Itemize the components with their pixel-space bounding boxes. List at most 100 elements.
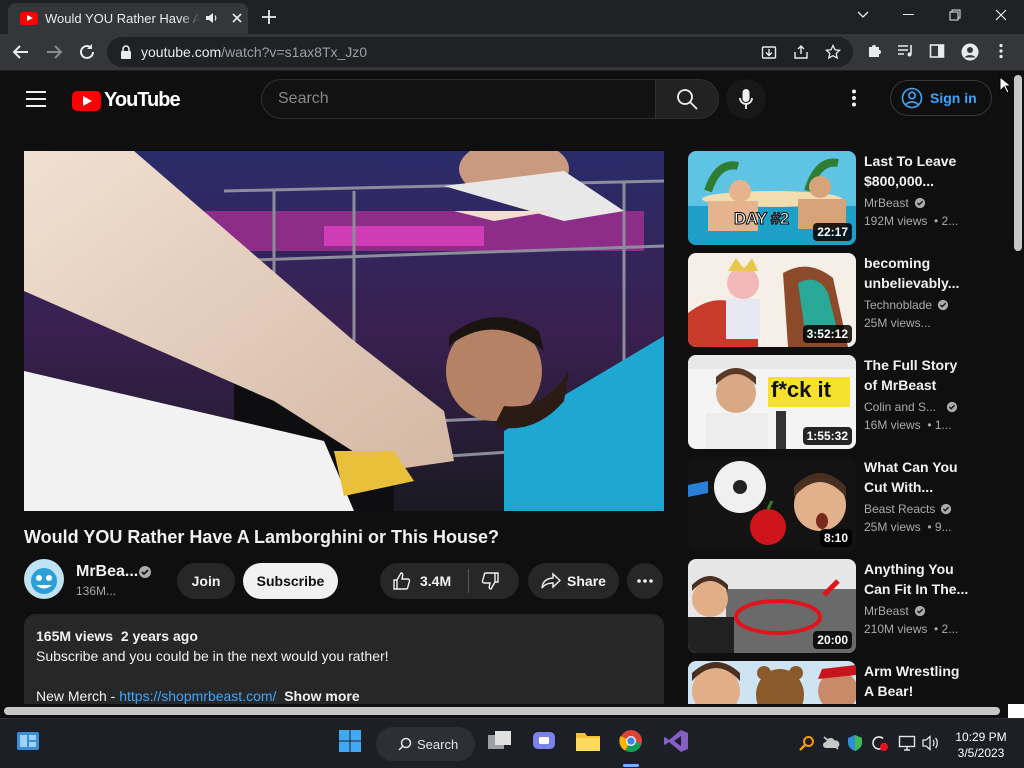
recommended-video-title[interactable]: The Full Story of MrBeast bbox=[864, 355, 964, 395]
onedrive-offline-icon[interactable] bbox=[822, 735, 840, 751]
video-thumbnail[interactable]: 3:52:12 bbox=[688, 253, 856, 347]
recommended-video-title[interactable]: What Can You Cut With... bbox=[864, 457, 964, 497]
like-button[interactable] bbox=[392, 571, 412, 591]
recommended-video-title[interactable]: Anything You Can Fit In The... bbox=[864, 559, 969, 599]
video-player[interactable] bbox=[24, 151, 664, 511]
recommended-video-title[interactable]: Arm Wrestling A Bear! bbox=[864, 661, 964, 701]
install-app-icon[interactable] bbox=[761, 44, 777, 60]
taskbar-search-button[interactable]: Search bbox=[376, 727, 475, 761]
lock-icon[interactable] bbox=[120, 45, 132, 59]
join-button[interactable]: Join bbox=[177, 563, 235, 599]
bookmark-star-icon[interactable] bbox=[825, 44, 841, 60]
reload-icon[interactable] bbox=[78, 43, 96, 61]
recommended-video[interactable]: f*ck it 1:55:32 The Full Story of MrBeast… bbox=[688, 355, 978, 449]
windows-start-icon[interactable] bbox=[338, 729, 362, 753]
show-more-button[interactable]: Show more bbox=[284, 688, 359, 704]
audio-playing-icon[interactable] bbox=[205, 11, 219, 25]
video-title: Would YOU Rather Have A Lamborghini or T… bbox=[24, 527, 500, 547]
update-sync-icon[interactable] bbox=[870, 734, 888, 752]
recommended-video[interactable]: DAY #2 22:17 Last To Leave $800,000... Mr… bbox=[688, 151, 978, 245]
channel-name[interactable]: MrBea... bbox=[76, 563, 138, 581]
share-button[interactable]: Share bbox=[528, 563, 619, 599]
security-shield-icon[interactable] bbox=[847, 734, 863, 752]
settings-more-icon[interactable] bbox=[852, 89, 856, 107]
merch-link[interactable]: https://shopmrbeast.com/ bbox=[119, 688, 276, 704]
recommended-video[interactable]: 3:52:12 becoming unbelievably... Technobl… bbox=[688, 253, 978, 347]
video-thumbnail[interactable]: 20:00 bbox=[688, 559, 856, 653]
file-explorer-icon[interactable] bbox=[575, 729, 601, 753]
video-duration: 20:00 bbox=[813, 631, 852, 649]
youtube-logo[interactable]: YouTube bbox=[72, 89, 181, 112]
title-line-1: What Can You bbox=[864, 459, 958, 475]
recommended-video[interactable]: Arm Wrestling A Bear! bbox=[688, 661, 978, 704]
hamburger-menu-icon[interactable] bbox=[26, 91, 46, 107]
close-window-button[interactable] bbox=[978, 0, 1024, 30]
title-line-2: Can Fit In The... bbox=[864, 581, 969, 597]
extensions-puzzle-icon[interactable] bbox=[866, 43, 882, 59]
recommended-video-title[interactable]: Last To Leave $800,000... bbox=[864, 151, 964, 191]
tab-search-chevron-icon[interactable] bbox=[840, 0, 886, 30]
recommended-channel[interactable]: MrBeast bbox=[864, 604, 926, 618]
new-tab-button[interactable] bbox=[260, 8, 278, 26]
back-arrow-icon[interactable] bbox=[12, 43, 30, 61]
verified-badge-icon bbox=[914, 197, 925, 209]
sign-in-button[interactable]: Sign in bbox=[890, 80, 992, 116]
channel-avatar[interactable] bbox=[24, 559, 64, 599]
more-actions-button[interactable] bbox=[627, 563, 663, 599]
network-icon[interactable] bbox=[898, 735, 916, 751]
title-line-2: unbelievably... bbox=[864, 275, 960, 291]
recommended-video-title[interactable]: becoming unbelievably... bbox=[864, 253, 964, 293]
voice-search-button[interactable] bbox=[726, 79, 766, 119]
video-frame-image bbox=[24, 151, 664, 511]
widgets-icon[interactable] bbox=[16, 729, 40, 753]
volume-icon[interactable] bbox=[922, 735, 940, 751]
visual-studio-icon[interactable] bbox=[663, 729, 689, 753]
video-description[interactable]: 165M views 2 years ago Subscribe and you… bbox=[24, 614, 664, 714]
recommended-channel[interactable]: Technoblade bbox=[864, 298, 949, 312]
profile-avatar-icon[interactable] bbox=[961, 43, 979, 61]
video-duration: 22:17 bbox=[813, 223, 852, 241]
tab-close-icon[interactable] bbox=[230, 11, 244, 25]
forward-arrow-icon[interactable] bbox=[45, 43, 63, 61]
chrome-menu-icon[interactable] bbox=[999, 43, 1003, 59]
share-page-icon[interactable] bbox=[793, 44, 809, 60]
address-bar[interactable]: youtube.com/watch?v=s1ax8Tx_Jz0 bbox=[107, 37, 853, 67]
browser-tab[interactable]: Would YOU Rather Have A Lamborghini or T… bbox=[8, 3, 248, 34]
vertical-scrollbar[interactable] bbox=[1012, 71, 1024, 704]
video-thumbnail[interactable] bbox=[688, 661, 856, 704]
horizontal-scroll-thumb[interactable] bbox=[4, 707, 1000, 715]
recommended-meta: 16M views • 1... bbox=[864, 418, 952, 432]
horizontal-scrollbar[interactable] bbox=[0, 704, 1024, 718]
recommended-channel[interactable]: Colin and S... bbox=[864, 400, 958, 414]
system-clock[interactable]: 10:29 PM 3/5/2023 bbox=[951, 729, 1011, 761]
browser-tab-strip: Would YOU Rather Have A Lamborghini or T… bbox=[0, 0, 1024, 34]
subscribe-button[interactable]: Subscribe bbox=[243, 563, 338, 599]
teams-chat-icon[interactable] bbox=[531, 729, 557, 753]
restore-button[interactable] bbox=[932, 0, 978, 30]
thumbs-up-icon bbox=[393, 572, 411, 590]
vertical-scroll-thumb[interactable] bbox=[1014, 75, 1022, 251]
recommended-meta: 210M views • 2... bbox=[864, 622, 959, 636]
media-controls-icon[interactable] bbox=[897, 43, 915, 59]
recommended-channel[interactable]: MrBeast bbox=[864, 196, 926, 210]
recommended-video[interactable]: 20:00 Anything You Can Fit In The... MrBe… bbox=[688, 559, 978, 653]
video-thumbnail[interactable]: f*ck it 1:55:32 bbox=[688, 355, 856, 449]
search-button[interactable] bbox=[655, 79, 719, 119]
title-line-2: Cut With... bbox=[864, 479, 934, 495]
recommended-channel[interactable]: Beast Reacts bbox=[864, 502, 952, 516]
video-thumbnail[interactable]: DAY #2 22:17 bbox=[688, 151, 856, 245]
search-icon bbox=[677, 89, 698, 110]
side-panel-icon[interactable] bbox=[929, 43, 945, 59]
minimize-button[interactable] bbox=[886, 0, 932, 30]
search-input[interactable]: Search bbox=[261, 79, 657, 119]
recommended-video[interactable]: 8:10 What Can You Cut With... Beast React… bbox=[688, 457, 978, 551]
tray-search-icon[interactable] bbox=[799, 735, 815, 751]
like-divider bbox=[468, 569, 469, 593]
task-view-icon[interactable] bbox=[487, 729, 513, 753]
dislike-button[interactable] bbox=[480, 571, 500, 591]
horizontal-dots-icon bbox=[637, 579, 653, 583]
channel-label: Beast Reacts bbox=[864, 502, 936, 516]
video-thumbnail[interactable]: 8:10 bbox=[688, 457, 856, 551]
description-merch-line: New Merch - https://shopmrbeast.com/ Sho… bbox=[36, 688, 360, 704]
chrome-taskbar-icon[interactable] bbox=[619, 729, 643, 753]
